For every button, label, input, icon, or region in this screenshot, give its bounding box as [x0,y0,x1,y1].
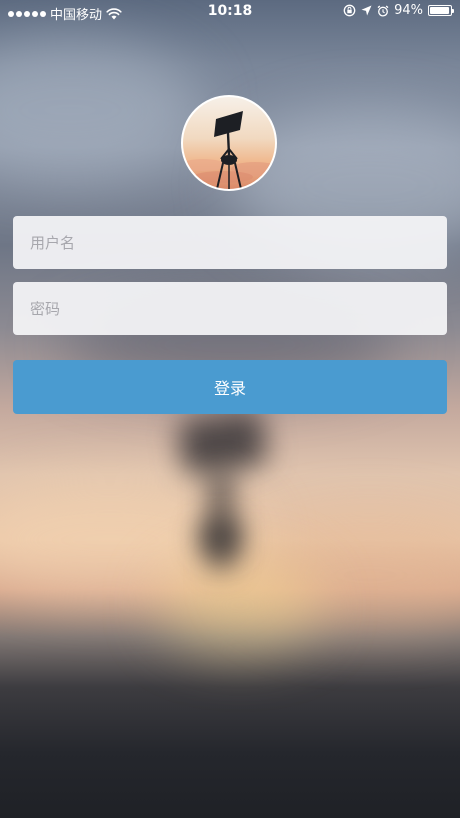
alarm-icon [377,5,389,17]
status-right: 94% [343,3,454,18]
rotation-lock-icon [343,4,356,17]
status-bar: 中国移动 10:18 94% [0,0,460,24]
battery-fill [430,7,449,14]
street-lamp-photo [183,111,275,189]
username-input[interactable] [28,232,432,253]
location-arrow-icon [361,5,372,16]
battery-icon [428,5,454,16]
password-field[interactable] [13,282,447,335]
battery-percent: 94% [394,3,423,18]
background-sun-glow [160,560,320,650]
background-lamp-panel [176,409,269,476]
background-cloud [0,40,200,180]
avatar [181,95,277,191]
background-lamp-head [198,520,243,555]
login-button[interactable]: 登录 [13,360,447,414]
login-screen: 中国移动 10:18 94% 用户名 登录 [0,0,460,818]
background-sunset-glow [240,520,460,630]
background-sunset-glow [0,480,260,600]
password-input[interactable] [28,298,432,319]
background-lamp-pole [210,470,232,570]
username-field[interactable] [13,216,447,269]
